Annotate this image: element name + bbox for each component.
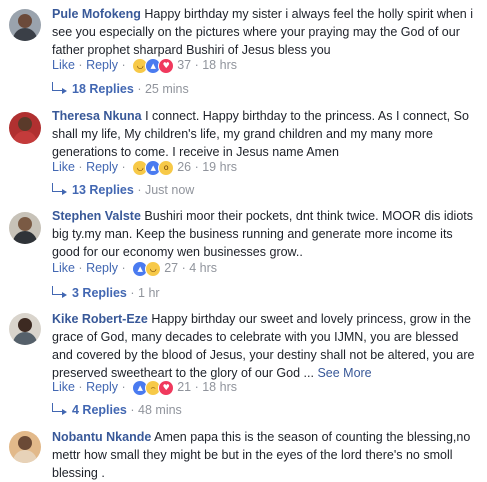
separator: ·: [78, 58, 83, 72]
reaction-icons[interactable]: [132, 379, 175, 396]
replies-time: 48 mins: [138, 403, 182, 417]
reaction-count[interactable]: 27: [164, 261, 178, 275]
like-link[interactable]: Like: [52, 261, 75, 275]
reaction-count[interactable]: 21: [177, 380, 191, 394]
avatar[interactable]: [9, 112, 41, 144]
wow-icon: [158, 159, 175, 176]
replies-count[interactable]: 18 Replies: [72, 82, 134, 96]
comment-body: Kike Robert-Eze Happy birthday our sweet…: [52, 310, 478, 382]
reply-link[interactable]: Reply: [86, 58, 118, 72]
comment-body: Theresa Nkuna I connect. Happy birthday …: [52, 107, 478, 161]
separator: ·: [194, 160, 199, 174]
timestamp[interactable]: 18 hrs: [202, 58, 237, 72]
replies-time: 1 hr: [138, 286, 160, 300]
view-replies[interactable]: 13 Replies · Just now: [52, 182, 194, 198]
like-link[interactable]: Like: [52, 58, 75, 72]
reaction-icons[interactable]: [132, 260, 162, 277]
commenter-name[interactable]: Kike Robert-Eze: [52, 312, 148, 326]
comment-actions: Like · Reply · 21 · 18 hrs: [52, 379, 237, 396]
reply-arrow-icon: [52, 403, 67, 415]
reply-link[interactable]: Reply: [86, 160, 118, 174]
comment-body: Nobantu Nkande Amen papa this is the sea…: [52, 428, 478, 482]
reply-link[interactable]: Reply: [86, 261, 118, 275]
like-link[interactable]: Like: [52, 380, 75, 394]
avatar[interactable]: [9, 212, 41, 244]
timestamp[interactable]: 18 hrs: [202, 380, 237, 394]
replies-count[interactable]: 4 Replies: [72, 403, 127, 417]
separator: ·: [137, 183, 142, 197]
reaction-count[interactable]: 26: [177, 160, 191, 174]
replies-count[interactable]: 3 Replies: [72, 286, 127, 300]
comment-actions: Like · Reply · 26 · 19 hrs: [52, 159, 237, 176]
comment-body: Stephen Valste Bushiri moor their pocket…: [52, 207, 478, 261]
like-link[interactable]: Like: [52, 160, 75, 174]
comment-actions: Like · Reply · 27 · 4 hrs: [52, 260, 217, 277]
comment-actions: Like · Reply · 37 · 18 hrs: [52, 57, 237, 74]
reply-link[interactable]: Reply: [86, 380, 118, 394]
reply-arrow-icon: [52, 286, 67, 298]
commenter-name[interactable]: Nobantu Nkande: [52, 430, 151, 444]
commenter-name[interactable]: Theresa Nkuna: [52, 109, 142, 123]
replies-count[interactable]: 13 Replies: [72, 183, 134, 197]
haha-icon: [145, 260, 162, 277]
view-replies[interactable]: 18 Replies · 25 mins: [52, 81, 189, 97]
separator: ·: [121, 380, 126, 394]
separator: ·: [121, 58, 126, 72]
love-icon: [158, 379, 175, 396]
timestamp[interactable]: 4 hrs: [189, 261, 217, 275]
see-more-link[interactable]: See More: [317, 366, 371, 380]
view-replies[interactable]: 3 Replies · 1 hr: [52, 285, 160, 301]
reaction-icons[interactable]: [132, 57, 175, 74]
commenter-name[interactable]: Stephen Valste: [52, 209, 141, 223]
comment-body: Pule Mofokeng Happy birthday my sister i…: [52, 5, 478, 59]
separator: ·: [194, 58, 199, 72]
separator: ·: [137, 82, 142, 96]
separator: ·: [130, 403, 135, 417]
view-replies[interactable]: 4 Replies · 48 mins: [52, 402, 182, 418]
avatar[interactable]: [9, 313, 41, 345]
avatar[interactable]: [9, 9, 41, 41]
love-icon: [158, 57, 175, 74]
reaction-icons[interactable]: [132, 159, 175, 176]
separator: ·: [181, 261, 186, 275]
separator: ·: [78, 160, 83, 174]
separator: ·: [194, 380, 199, 394]
avatar[interactable]: [9, 431, 41, 463]
separator: ·: [130, 286, 135, 300]
separator: ·: [78, 261, 83, 275]
replies-time: 25 mins: [144, 82, 189, 96]
replies-time: Just now: [144, 183, 195, 197]
separator: ·: [78, 380, 83, 394]
timestamp[interactable]: 19 hrs: [202, 160, 237, 174]
separator: ·: [121, 160, 126, 174]
reply-arrow-icon: [52, 82, 67, 94]
commenter-name[interactable]: Pule Mofokeng: [52, 7, 141, 21]
reaction-count[interactable]: 37: [177, 58, 191, 72]
reply-arrow-icon: [52, 183, 67, 195]
separator: ·: [121, 261, 126, 275]
